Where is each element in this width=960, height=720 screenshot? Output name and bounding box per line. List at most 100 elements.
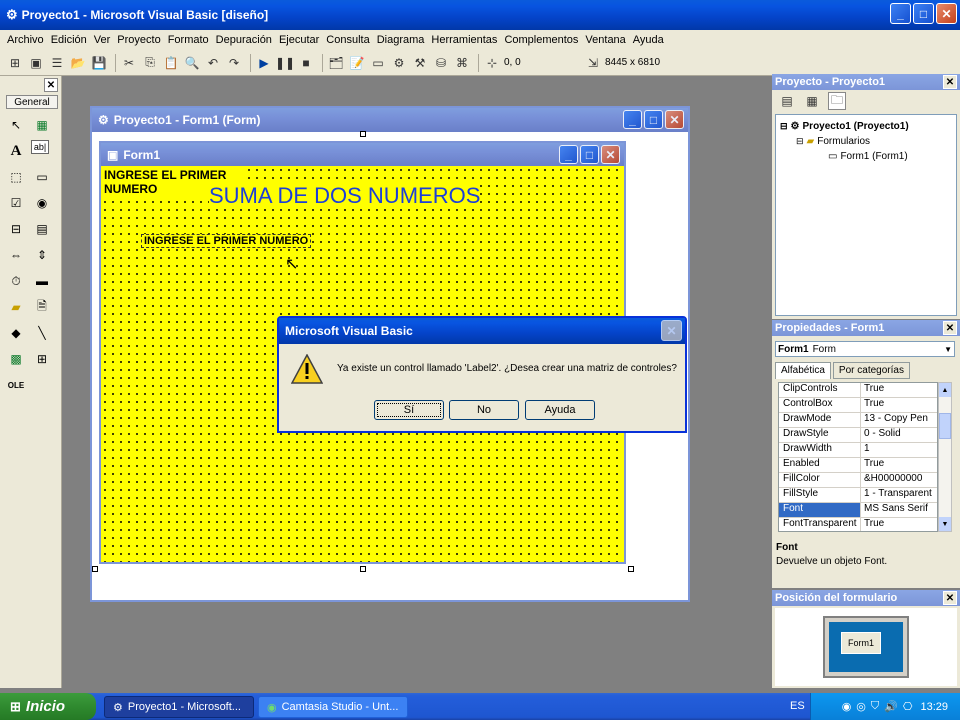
label-icon[interactable]: A xyxy=(5,140,27,162)
property-value[interactable]: &H00000000 xyxy=(861,473,937,487)
volume-icon[interactable]: 🔊 xyxy=(884,700,898,713)
yes-button[interactable]: Sí xyxy=(374,400,444,420)
data-view-icon[interactable]: ⛁ xyxy=(432,54,450,72)
resize-handle[interactable] xyxy=(360,566,366,572)
form-heading-label[interactable]: SUMA DE DOS NUMEROS xyxy=(209,183,481,209)
copy-icon[interactable]: ⎘ xyxy=(141,54,159,72)
pause-icon[interactable]: ❚❚ xyxy=(275,54,295,72)
property-value[interactable]: True xyxy=(861,383,937,397)
toolbox-general-tab[interactable]: General xyxy=(6,95,58,109)
property-row[interactable]: Enabled True xyxy=(779,458,937,473)
property-row[interactable]: FillColor &H00000000 xyxy=(779,473,937,488)
menu-ver[interactable]: Ver xyxy=(91,34,114,46)
commandbutton-icon[interactable]: ▭ xyxy=(31,166,53,188)
project-explorer-icon[interactable]: 🗂 xyxy=(327,54,345,72)
menu-edicion[interactable]: Edición xyxy=(48,34,90,46)
scroll-up-icon[interactable]: ▲ xyxy=(939,383,951,397)
toggle-folders-icon[interactable]: 🗀 xyxy=(828,92,846,110)
vscrollbar-icon[interactable]: ⇕ xyxy=(31,244,53,266)
combobox-icon[interactable]: ⊟ xyxy=(5,218,27,240)
properties-window-icon[interactable]: 📝 xyxy=(348,54,366,72)
task-vb[interactable]: ⚙ Proyecto1 - Microsoft... xyxy=(104,696,254,718)
property-row[interactable]: ClipControls True xyxy=(779,383,937,398)
add-project-icon[interactable]: ⊞ xyxy=(6,54,24,72)
maximize-button[interactable]: □ xyxy=(913,3,934,24)
listbox-icon[interactable]: ▤ xyxy=(31,218,53,240)
toolbox-icon[interactable]: ⚒ xyxy=(411,54,429,72)
language-indicator[interactable]: ES xyxy=(790,700,805,712)
property-value[interactable]: True xyxy=(861,458,937,472)
view-code-icon[interactable]: ▤ xyxy=(778,92,796,110)
tree-root[interactable]: ⊟ ⚙ Proyecto1 (Proyecto1) xyxy=(780,119,956,134)
form1-maximize-button[interactable]: □ xyxy=(580,145,599,164)
pointer-icon[interactable]: ↖ xyxy=(5,114,27,136)
paste-icon[interactable]: 📋 xyxy=(162,54,180,72)
project-explorer-close-icon[interactable]: ✕ xyxy=(943,75,957,89)
minimize-button[interactable]: _ xyxy=(890,3,911,24)
tree-item[interactable]: ▭ Form1 (Form1) xyxy=(780,149,956,164)
object-browser-icon[interactable]: ⚙ xyxy=(390,54,408,72)
chevron-down-icon[interactable]: ▼ xyxy=(944,345,952,354)
form-label-2[interactable]: INGRESE EL PRIMER NUMERO xyxy=(141,234,312,248)
tab-categorized[interactable]: Por categorías xyxy=(832,362,910,379)
hscrollbar-icon[interactable]: ⇔ xyxy=(5,244,27,266)
form1-close-button[interactable]: ✕ xyxy=(601,145,620,164)
menu-complementos[interactable]: Complementos xyxy=(501,34,581,46)
tray-icon-2[interactable]: ◎ xyxy=(856,700,866,713)
property-value[interactable]: True xyxy=(861,518,937,531)
property-row[interactable]: DrawMode 13 - Copy Pen xyxy=(779,413,937,428)
properties-close-icon[interactable]: ✕ xyxy=(943,321,957,335)
designer-maximize-button[interactable]: □ xyxy=(644,110,663,129)
menu-herramientas[interactable]: Herramientas xyxy=(428,34,500,46)
close-button[interactable]: ✕ xyxy=(936,3,957,24)
shape-icon[interactable]: ◆ xyxy=(5,322,27,344)
checkbox-icon[interactable]: ☑ xyxy=(5,192,27,214)
add-form-icon[interactable]: ▣ xyxy=(27,54,45,72)
designer-close-button[interactable]: ✕ xyxy=(665,110,684,129)
menu-diagrama[interactable]: Diagrama xyxy=(374,34,428,46)
menu-consulta[interactable]: Consulta xyxy=(323,34,372,46)
tray-icon-3[interactable]: ⛉ xyxy=(871,700,879,713)
form-layout-close-icon[interactable]: ✕ xyxy=(943,591,957,605)
properties-scrollbar[interactable]: ▲ ▼ xyxy=(938,382,952,532)
menu-formato[interactable]: Formato xyxy=(165,34,212,46)
menu-ventana[interactable]: Ventana xyxy=(582,34,628,46)
tree-collapse-icon[interactable]: ⊟ xyxy=(796,136,804,147)
menu-ayuda[interactable]: Ayuda xyxy=(630,34,667,46)
property-value[interactable]: True xyxy=(861,398,937,412)
no-button[interactable]: No xyxy=(449,400,519,420)
property-row[interactable]: ControlBox True xyxy=(779,398,937,413)
property-row[interactable]: FontTransparent True xyxy=(779,518,937,531)
property-row[interactable]: DrawStyle 0 - Solid xyxy=(779,428,937,443)
tree-folder[interactable]: ⊟ ▰ Formularios xyxy=(780,134,956,149)
menu-archivo[interactable]: Archivo xyxy=(4,34,47,46)
resize-handle[interactable] xyxy=(628,566,634,572)
resize-handle[interactable] xyxy=(92,566,98,572)
resize-handle[interactable] xyxy=(360,131,366,137)
property-value[interactable]: 1 - Transparent xyxy=(861,488,937,502)
help-button[interactable]: Ayuda xyxy=(525,400,595,420)
form1-minimize-button[interactable]: _ xyxy=(559,145,578,164)
drivelistbox-icon[interactable]: ▬ xyxy=(31,270,53,292)
picturebox-icon[interactable]: ▦ xyxy=(31,114,53,136)
toolbox-close-icon[interactable]: ✕ xyxy=(44,78,58,92)
property-value[interactable]: 13 - Copy Pen xyxy=(861,413,937,427)
frame-icon[interactable]: ⬚ xyxy=(5,166,27,188)
textbox-icon[interactable]: ab| xyxy=(31,140,49,154)
scroll-thumb[interactable] xyxy=(939,413,951,439)
menu-depuracion[interactable]: Depuración xyxy=(213,34,275,46)
object-selector[interactable]: Form1 Form ▼ xyxy=(775,341,955,357)
data-control-icon[interactable]: ⊞ xyxy=(31,348,53,370)
menu-editor-icon[interactable]: ☰ xyxy=(48,54,66,72)
find-icon[interactable]: 🔍 xyxy=(183,54,201,72)
task-camtasia[interactable]: ◉ Camtasia Studio - Unt... xyxy=(258,696,408,718)
property-value[interactable]: MS Sans Serif xyxy=(861,503,937,517)
property-row[interactable]: Font MS Sans Serif xyxy=(779,503,937,518)
form-preview[interactable]: Form1 xyxy=(841,632,881,654)
optionbutton-icon[interactable]: ◉ xyxy=(31,192,53,214)
component-manager-icon[interactable]: ⌘ xyxy=(453,54,471,72)
property-row[interactable]: FillStyle 1 - Transparent xyxy=(779,488,937,503)
dialog-close-button[interactable]: ✕ xyxy=(661,320,682,341)
menu-proyecto[interactable]: Proyecto xyxy=(114,34,163,46)
undo-icon[interactable]: ↶ xyxy=(204,54,222,72)
